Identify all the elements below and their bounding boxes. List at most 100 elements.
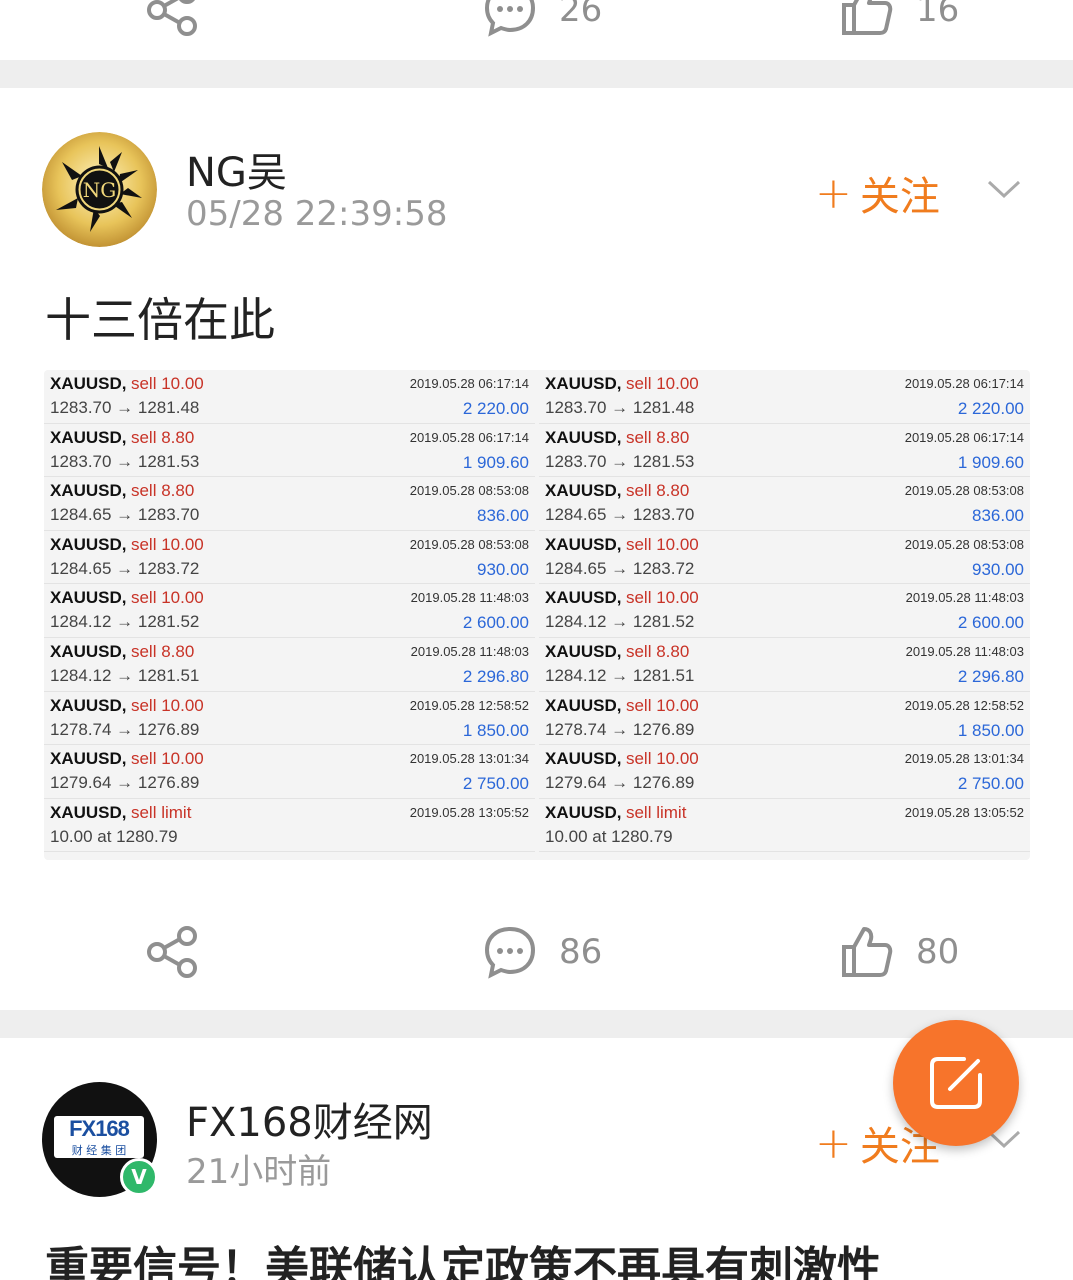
trade-symbol: XAUUSD, xyxy=(545,534,622,554)
trade-prices: 1283.70 → 1281.53 xyxy=(545,451,695,471)
trade-prices: 1279.64 → 1276.89 xyxy=(50,773,200,793)
trade-side: sell 10.00 xyxy=(130,588,204,608)
like-button[interactable]: 16 xyxy=(840,0,959,60)
trade-symbol: XAUUSD, xyxy=(50,534,127,554)
author-name[interactable]: NG吴 xyxy=(186,140,287,198)
trade-row: XAUUSD, sell 8.80 2019.05.28 08:53:08 1284… xyxy=(539,477,1030,531)
svg-text:NG: NG xyxy=(83,178,116,202)
trade-profit: 930.00 xyxy=(972,559,1024,579)
comment-count: 86 xyxy=(559,932,603,972)
trade-prices: 10.00 at 1280.79 xyxy=(50,826,178,846)
trade-prices: 1284.65 → 1283.70 xyxy=(50,505,200,525)
trade-profit: 2 220.00 xyxy=(957,399,1024,418)
trade-history-image[interactable]: XAUUSD, sell 10.00 2019.05.28 06:17:14 128… xyxy=(44,370,1030,860)
trade-side: sell 10.00 xyxy=(130,374,204,393)
trade-datetime: 2019.05.28 13:05:52 xyxy=(409,804,529,820)
compose-button[interactable] xyxy=(893,1020,1019,1146)
trade-profit: 2 296.80 xyxy=(462,666,529,686)
trade-symbol: XAUUSD, xyxy=(545,802,622,822)
avatar-logo-subtext: 财 经 集 团 xyxy=(71,1144,127,1157)
chevron-down-icon[interactable] xyxy=(985,170,1023,208)
trade-profit: 1 909.60 xyxy=(462,452,529,472)
post-timestamp: 05/28 22:39:58 xyxy=(186,194,448,234)
follow-label: 关注 xyxy=(859,174,940,220)
trade-datetime: 2019.05.28 11:48:03 xyxy=(410,590,529,606)
plus-icon: + xyxy=(815,1117,852,1169)
like-button[interactable]: 80 xyxy=(840,902,959,1002)
trade-profit: 836.00 xyxy=(477,506,529,526)
trade-row: XAUUSD, sell 8.80 2019.05.28 11:48:03 1284… xyxy=(539,638,1030,692)
trade-side: sell 10.00 xyxy=(625,695,699,715)
trade-side: sell 10.00 xyxy=(625,534,699,554)
follow-button[interactable]: + 关注 xyxy=(815,164,940,222)
trade-datetime: 2019.05.28 08:53:08 xyxy=(409,536,529,552)
share-button[interactable] xyxy=(145,902,201,1002)
trade-side: sell 8.80 xyxy=(625,641,690,661)
thumbs-up-icon xyxy=(842,927,893,977)
trade-row: XAUUSD, sell 10.00 2019.05.28 12:58:52 127… xyxy=(44,692,535,746)
trade-symbol: XAUUSD, xyxy=(545,481,622,501)
trade-datetime: 2019.05.28 11:48:03 xyxy=(905,590,1024,606)
trade-row: XAUUSD, sell 10.00 2019.05.28 06:17:14 128… xyxy=(44,370,535,424)
trade-profit: 2 750.00 xyxy=(462,774,529,794)
trade-prices: 1284.65 → 1283.72 xyxy=(545,558,695,578)
trade-side: sell 8.80 xyxy=(130,481,195,501)
post-headline[interactable]: 重要信号！美联储认定政策不再具有刺激性 xyxy=(45,1232,881,1280)
trade-prices: 1284.65 → 1283.72 xyxy=(50,558,200,578)
trade-prices: 1284.12 → 1281.51 xyxy=(50,665,200,685)
post-action-bar: 86 80 xyxy=(0,902,1073,1002)
trade-side: sell 10.00 xyxy=(625,588,699,608)
trade-datetime: 2019.05.28 08:53:08 xyxy=(409,483,529,499)
ng-logo-icon: NG xyxy=(42,132,157,247)
avatar-logo-text: FX168 xyxy=(69,1116,130,1141)
trade-datetime: 2019.05.28 11:48:03 xyxy=(410,643,529,659)
comment-button[interactable]: 86 xyxy=(483,902,602,1002)
trade-datetime: 2019.05.28 13:05:52 xyxy=(904,804,1024,820)
trade-prices: 1284.12 → 1281.51 xyxy=(545,665,695,685)
trade-prices: 1279.64 → 1276.89 xyxy=(545,773,695,793)
trade-row: XAUUSD, sell limit 2019.05.28 13:05:52 10.… xyxy=(539,799,1030,853)
trade-side: sell 8.80 xyxy=(130,641,195,661)
comment-icon xyxy=(484,926,536,979)
trade-prices: 1284.12 → 1281.52 xyxy=(50,612,200,632)
trade-row: XAUUSD, sell 10.00 2019.05.28 11:48:03 128… xyxy=(44,584,535,638)
trade-profit: 2 600.00 xyxy=(957,613,1024,633)
trade-symbol: XAUUSD, xyxy=(50,374,127,393)
trade-profit: 1 850.00 xyxy=(957,720,1024,740)
trade-prices: 1283.70 → 1281.53 xyxy=(50,451,200,471)
trade-side: sell 8.80 xyxy=(625,481,690,501)
comment-button[interactable]: 26 xyxy=(483,0,602,60)
trade-prices: 1283.70 → 1281.48 xyxy=(545,398,695,417)
trade-row: XAUUSD, sell 10.00 2019.05.28 12:58:52 127… xyxy=(539,692,1030,746)
like-count: 16 xyxy=(916,0,960,30)
trade-row: XAUUSD, sell 10.00 2019.05.28 11:48:03 128… xyxy=(539,584,1030,638)
trade-datetime: 2019.05.28 08:53:08 xyxy=(904,536,1024,552)
author-name[interactable]: FX168财经网 xyxy=(186,1090,433,1148)
share-icon xyxy=(147,926,197,978)
trade-side: sell limit xyxy=(625,802,687,822)
avatar[interactable]: NG xyxy=(42,132,157,247)
trade-prices: 1284.65 → 1283.70 xyxy=(545,505,695,525)
trade-profit: 930.00 xyxy=(477,559,529,579)
trade-profit: 2 296.80 xyxy=(957,666,1024,686)
trade-symbol: XAUUSD, xyxy=(50,427,127,447)
trade-datetime: 2019.05.28 12:58:52 xyxy=(409,697,529,713)
trade-side: sell 10.00 xyxy=(625,374,699,393)
trade-side: sell 10.00 xyxy=(130,749,204,769)
trade-symbol: XAUUSD, xyxy=(545,374,622,393)
trade-side: sell limit xyxy=(130,802,192,822)
comment-count: 26 xyxy=(559,0,603,30)
trade-datetime: 2019.05.28 06:17:14 xyxy=(409,429,529,445)
trade-prices: 1278.74 → 1276.89 xyxy=(545,719,695,739)
trade-row: XAUUSD, sell 10.00 2019.05.28 08:53:08 128… xyxy=(539,531,1030,585)
trade-symbol: XAUUSD, xyxy=(50,695,127,715)
trade-side: sell 10.00 xyxy=(130,695,204,715)
share-button[interactable] xyxy=(145,0,201,60)
trade-profit: 1 909.60 xyxy=(957,452,1024,472)
trade-datetime: 2019.05.28 08:53:08 xyxy=(904,483,1024,499)
trade-symbol: XAUUSD, xyxy=(545,427,622,447)
trade-symbol: XAUUSD, xyxy=(50,481,127,501)
trade-side: sell 10.00 xyxy=(625,749,699,769)
thumbs-up-icon xyxy=(842,0,893,35)
trade-side: sell 8.80 xyxy=(625,427,690,447)
